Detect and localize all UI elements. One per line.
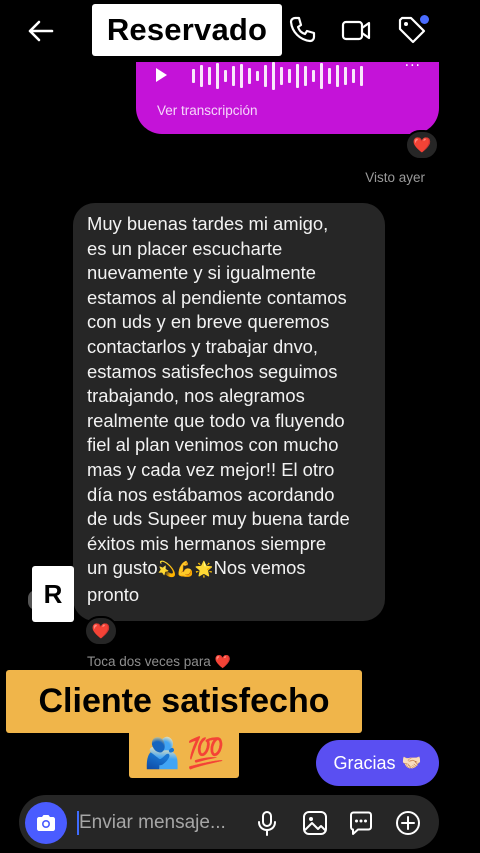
waveform-bar: [288, 69, 291, 83]
waveform-bar: [320, 63, 323, 89]
overlay-caption-text: Cliente satisfecho: [38, 682, 330, 720]
notification-dot: [420, 15, 429, 24]
double-tap-hint: Toca dos veces para ❤️: [87, 654, 231, 670]
contact-name: Reservado: [106, 12, 268, 47]
gallery-icon[interactable]: [300, 808, 330, 838]
message-emojis: 💫💪🌟: [157, 561, 214, 579]
message-input[interactable]: [79, 807, 249, 839]
heart-reaction[interactable]: ❤️: [84, 616, 118, 646]
waveform-bar: [344, 67, 347, 85]
waveform-bar: [224, 70, 227, 82]
handshake-icon: 🤝🏻: [401, 755, 422, 772]
sent-message-bubble[interactable]: Gracias 🤝🏻: [316, 740, 439, 786]
video-call-icon[interactable]: [340, 14, 372, 46]
people-hugging-icon: 🫂: [143, 735, 181, 771]
waveform-bar: [304, 66, 307, 86]
message-composer: [19, 795, 439, 849]
contact-name-label[interactable]: Reservado: [92, 4, 282, 56]
avatar[interactable]: R: [32, 566, 74, 622]
waveform-bar: [192, 69, 195, 83]
view-transcript-link[interactable]: Ver transcripción: [157, 103, 258, 118]
waveform-bar: [360, 66, 363, 86]
chat-header: Reservado: [0, 0, 480, 62]
message-body: Muy buenas tardes mi amigo, es un placer…: [87, 213, 350, 579]
camera-button[interactable]: [25, 802, 67, 844]
waveform-bar: [200, 65, 203, 87]
received-message-bubble[interactable]: Muy buenas tardes mi amigo, es un placer…: [73, 203, 385, 621]
sent-message-text: Gracias: [333, 752, 396, 773]
waveform-bar: [256, 71, 259, 81]
camera-icon: [37, 815, 55, 831]
microphone-icon[interactable]: [252, 808, 282, 838]
heart-reaction[interactable]: ❤️: [405, 130, 439, 160]
waveform-bar: [336, 65, 339, 87]
play-icon[interactable]: [156, 68, 167, 82]
avatar-letter: R: [43, 578, 63, 609]
seen-status: Visto ayer: [365, 170, 425, 185]
waveform-bar: [240, 64, 243, 88]
heart-icon: ❤️: [91, 622, 111, 640]
waveform-bar: [352, 69, 355, 83]
overlay-caption: Cliente satisfecho: [6, 670, 362, 733]
waveform-bar: [208, 67, 211, 85]
double-tap-text: Toca dos veces para: [87, 654, 211, 669]
hundred-points-icon: 💯: [187, 735, 225, 771]
sticker-icon[interactable]: [346, 808, 376, 838]
waveform-bar: [312, 70, 315, 82]
waveform-bar: [296, 64, 299, 88]
waveform-bar: [272, 62, 275, 90]
waveform-bar: [232, 66, 235, 86]
overlay-emojis: 🫂 💯: [129, 728, 239, 778]
waveform-bar: [328, 68, 331, 84]
add-icon[interactable]: [393, 808, 423, 838]
heart-icon: ❤️: [412, 136, 432, 154]
waveform-bar: [216, 63, 219, 89]
phone-icon[interactable]: [286, 14, 318, 46]
waveform-bar: [264, 65, 267, 87]
waveform-bar: [280, 67, 283, 85]
heart-icon: ❤️: [214, 654, 231, 669]
back-arrow-icon[interactable]: [24, 14, 58, 48]
waveform-bar: [248, 68, 251, 84]
message-text: Muy buenas tardes mi amigo, es un placer…: [87, 212, 375, 608]
